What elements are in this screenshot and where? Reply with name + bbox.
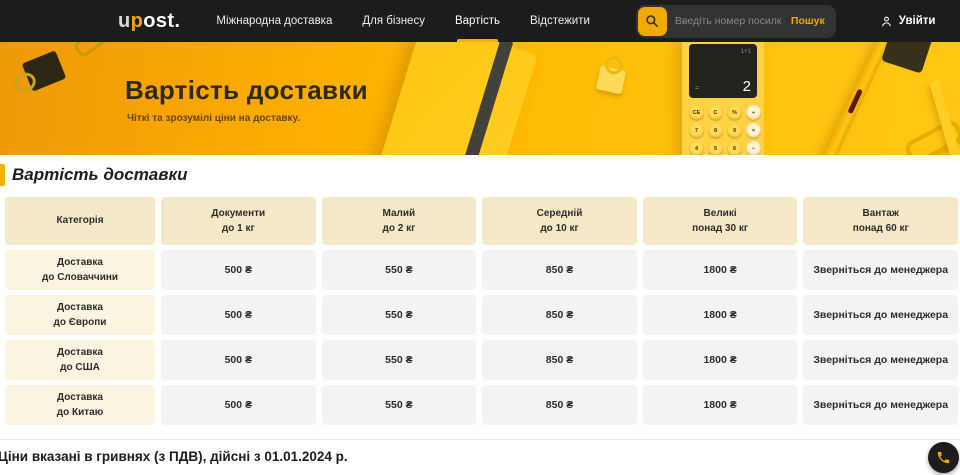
price-cell: 550 ₴ (322, 385, 477, 425)
hero-text: Вартість доставки Чіткі та зрозумілі цін… (125, 75, 368, 124)
binder-clip-decoration (22, 50, 67, 91)
hero-banner: 1+1 = 2 CEC%÷789×456−123+±0.= Вартість д… (0, 42, 960, 155)
brand-logo-rest: ost. (143, 10, 180, 32)
price-cell: Зверніться до менеджера (803, 250, 958, 290)
price-cell: 850 ₴ (482, 385, 637, 425)
page-title: Вартість доставки (12, 165, 188, 185)
column-header-large: Великіпонад 30 кг (643, 197, 798, 245)
price-cell: 550 ₴ (322, 250, 477, 290)
price-cell: 1800 ₴ (643, 250, 798, 290)
calculator-keys: CEC%÷789×456−123+±0.= (689, 105, 757, 155)
main-nav: Міжнародна доставка Для бізнесу Вартість… (216, 0, 590, 42)
accent-bar (0, 164, 5, 186)
price-cell: 550 ₴ (322, 295, 477, 335)
section-header: Вартість доставки (0, 163, 960, 187)
price-cell: 1800 ₴ (643, 295, 798, 335)
search-submit-button[interactable]: Пошук (789, 15, 834, 27)
row-label-slovakia: Доставкадо Словаччини (5, 250, 155, 290)
call-fab-button[interactable] (928, 442, 959, 473)
login-label: Увійти (899, 15, 936, 27)
price-cell: 500 ₴ (161, 250, 316, 290)
hero-title: Вартість доставки (125, 75, 368, 106)
top-navbar: upost. Міжнародна доставка Для бізнесу В… (0, 0, 960, 42)
price-cell: Зверніться до менеджера (803, 385, 958, 425)
footer-divider (0, 439, 960, 440)
binder-clip-decoration (596, 66, 626, 95)
price-cell: 1800 ₴ (643, 385, 798, 425)
hero-subtitle: Чіткі та зрозумілі ціни на доставку. (127, 113, 368, 124)
column-header-small: Малийдо 2 кг (322, 197, 477, 245)
phone-icon (936, 450, 951, 465)
row-label-usa: Доставкадо США (5, 340, 155, 380)
price-cell: 500 ₴ (161, 340, 316, 380)
price-cell: 500 ₴ (161, 295, 316, 335)
calculator-display: 1+1 = 2 (689, 44, 757, 98)
row-label-china: Доставкадо Китаю (5, 385, 155, 425)
brand-logo-p: p (131, 10, 144, 32)
price-cell: 1800 ₴ (643, 340, 798, 380)
nav-item-pricing[interactable]: Вартість (455, 0, 500, 42)
price-cell: 550 ₴ (322, 340, 477, 380)
nav-item-tracking[interactable]: Відстежити (530, 0, 590, 42)
pricing-note: Ціни вказані в гривнях (з ПДВ), дійсні з… (0, 449, 960, 464)
search-button[interactable] (638, 7, 667, 36)
binder-clip-decoration (881, 42, 933, 74)
column-header-documents: Документидо 1 кг (161, 197, 316, 245)
price-cell: 850 ₴ (482, 250, 637, 290)
brand-logo-u: u (118, 10, 131, 32)
column-header-freight: Вантажпонад 60 кг (803, 197, 958, 245)
column-header-category: Категорія (5, 197, 155, 245)
column-header-medium: Середнійдо 10 кг (482, 197, 637, 245)
login-button[interactable]: Увійти (880, 15, 936, 28)
notebook-decoration (378, 42, 537, 155)
pricing-table: Категорія Документидо 1 кг Малийдо 2 кг … (5, 197, 958, 425)
search-icon (645, 14, 659, 28)
brand-logo[interactable]: upost. (118, 10, 180, 33)
price-cell: 850 ₴ (482, 340, 637, 380)
parcel-number-input[interactable] (667, 15, 789, 27)
paperclip-decoration (72, 42, 111, 59)
user-icon (880, 15, 893, 28)
nav-item-business[interactable]: Для бізнесу (362, 0, 425, 42)
price-cell: 500 ₴ (161, 385, 316, 425)
price-cell: Зверніться до менеджера (803, 295, 958, 335)
row-label-europe: Доставкадо Європи (5, 295, 155, 335)
calculator-decoration: 1+1 = 2 CEC%÷789×456−123+±0.= (682, 42, 764, 155)
pen-decoration (795, 42, 893, 155)
price-cell: 850 ₴ (482, 295, 637, 335)
price-cell: Зверніться до менеджера (803, 340, 958, 380)
tracking-search-bar: Пошук (636, 5, 836, 38)
nav-item-international[interactable]: Міжнародна доставка (216, 0, 332, 42)
